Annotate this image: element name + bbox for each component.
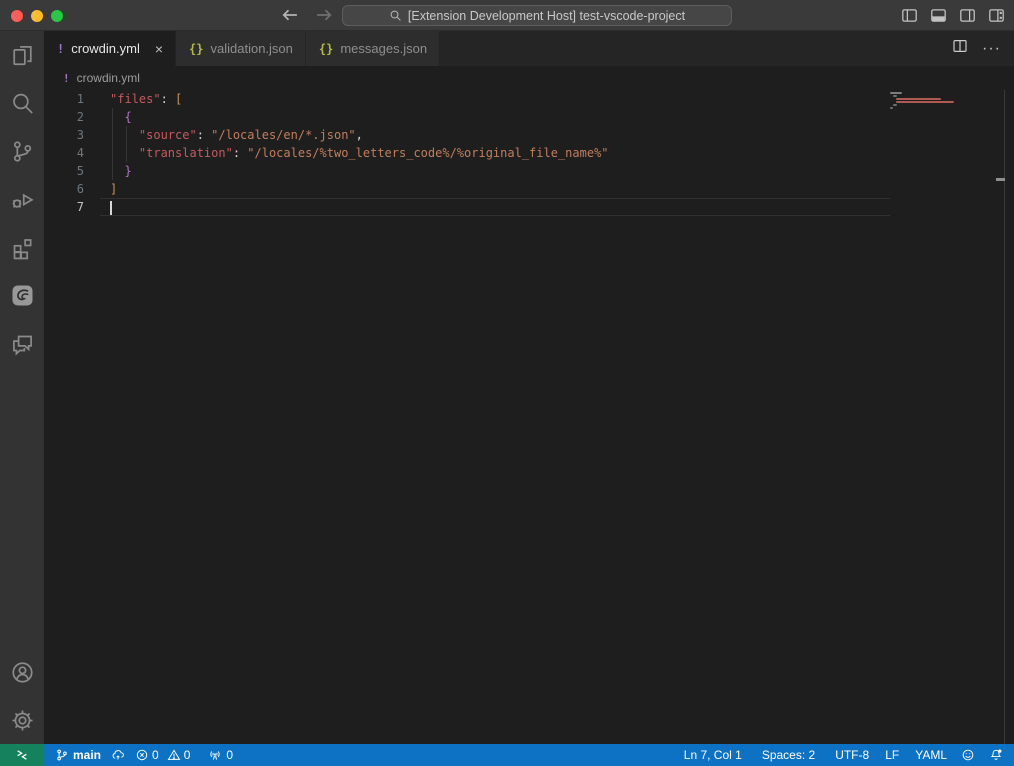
status-bar: main 0 0 0 Ln 7, Col 1 Spaces: 2 <box>0 744 1014 766</box>
zoom-window-button[interactable] <box>51 10 63 22</box>
extensions-icon[interactable] <box>0 223 44 271</box>
remote-indicator[interactable] <box>0 744 44 766</box>
code-line[interactable]: 2 { <box>44 108 1014 126</box>
more-actions-icon[interactable]: ··· <box>982 40 1001 58</box>
minimize-window-button[interactable] <box>31 10 43 22</box>
line-number: 3 <box>44 126 100 144</box>
git-branch-icon <box>55 748 69 762</box>
notifications-item[interactable] <box>984 744 1008 766</box>
minimap[interactable] <box>890 92 1002 110</box>
toggle-secondary-sidebar-icon[interactable] <box>957 5 977 25</box>
breadcrumb[interactable]: ! crowdin.yml <box>44 66 1014 90</box>
search-icon <box>389 9 402 22</box>
code-line[interactable]: 4 "translation": "/locales/%two_letters_… <box>44 144 1014 162</box>
line-number: 5 <box>44 162 100 180</box>
code-lines: 1"files": [2 {3 "source": "/locales/en/*… <box>44 90 1014 216</box>
indentation-item[interactable]: Spaces: 2 <box>757 744 820 766</box>
settings-gear-icon[interactable] <box>0 696 44 744</box>
crowdin-icon[interactable] <box>0 271 44 319</box>
code-line[interactable]: 7 <box>44 198 1014 216</box>
overview-ruler[interactable] <box>1004 90 1005 744</box>
run-and-debug-icon[interactable] <box>0 175 44 223</box>
command-center[interactable]: [Extension Development Host] test-vscode… <box>342 5 732 26</box>
vscode-window: [Extension Development Host] test-vscode… <box>0 0 1014 766</box>
tab-label: validation.json <box>211 41 293 56</box>
code-line[interactable]: 1"files": [ <box>44 90 1014 108</box>
smiley-icon <box>961 748 975 762</box>
code-line[interactable]: 5 } <box>44 162 1014 180</box>
branch-name: main <box>73 748 101 762</box>
tab-validation-json[interactable]: {} validation.json <box>176 31 306 66</box>
explorer-icon[interactable] <box>0 31 44 79</box>
close-tab-icon[interactable]: × <box>155 42 163 56</box>
text-cursor <box>110 201 112 215</box>
toggle-sidebar-icon[interactable] <box>899 5 919 25</box>
tab-bar: ! crowdin.yml × {} validation.json {} me… <box>44 31 1014 66</box>
error-count: 0 <box>152 748 159 762</box>
encoding-item[interactable]: UTF-8 <box>830 744 874 766</box>
line-number: 1 <box>44 90 100 108</box>
navigate-forward-icon[interactable] <box>314 4 334 31</box>
comments-icon[interactable] <box>0 319 44 367</box>
radio-tower-icon <box>208 748 222 762</box>
language-mode-item[interactable]: YAML <box>910 744 952 766</box>
search-sidebar-icon[interactable] <box>0 79 44 127</box>
feedback-item[interactable] <box>956 744 980 766</box>
split-editor-icon[interactable] <box>952 38 968 59</box>
tab-label: crowdin.yml <box>71 41 140 56</box>
code-line[interactable]: 6] <box>44 180 1014 198</box>
code-line[interactable]: 3 "source": "/locales/en/*.json", <box>44 126 1014 144</box>
problems-item[interactable]: 0 0 <box>130 744 195 766</box>
breadcrumb-file-name: crowdin.yml <box>77 71 140 85</box>
navigate-back-icon[interactable] <box>280 4 300 31</box>
warning-count: 0 <box>184 748 191 762</box>
traffic-lights <box>11 10 63 22</box>
json-file-icon: {} <box>189 42 203 56</box>
json-file-icon: {} <box>319 42 333 56</box>
title-bar: [Extension Development Host] test-vscode… <box>0 0 1014 31</box>
cursor-position-item[interactable]: Ln 7, Col 1 <box>679 744 747 766</box>
yaml-file-icon: ! <box>63 72 70 85</box>
command-center-title: [Extension Development Host] test-vscode… <box>408 9 685 23</box>
line-number: 7 <box>44 198 100 216</box>
tab-label: messages.json <box>340 41 427 56</box>
customize-layout-icon[interactable] <box>986 5 1006 25</box>
yaml-file-icon: ! <box>57 42 64 56</box>
overview-ruler-cursor-mark <box>996 178 1005 181</box>
remote-icon <box>15 748 29 762</box>
warning-icon <box>167 748 181 762</box>
toggle-panel-icon[interactable] <box>928 5 948 25</box>
accounts-icon[interactable] <box>0 648 44 696</box>
close-window-button[interactable] <box>11 10 23 22</box>
git-branch-item[interactable]: main <box>50 744 106 766</box>
error-icon <box>135 748 149 762</box>
bell-dot-icon <box>989 748 1003 762</box>
activity-bar <box>0 31 44 744</box>
eol-item[interactable]: LF <box>880 744 904 766</box>
tab-crowdin-yml[interactable]: ! crowdin.yml × <box>44 31 176 66</box>
line-number: 4 <box>44 144 100 162</box>
source-control-icon[interactable] <box>0 127 44 175</box>
cloud-upload-icon <box>111 748 125 762</box>
broadcast-count: 0 <box>226 748 233 762</box>
publish-changes-item[interactable] <box>106 744 130 766</box>
line-number: 6 <box>44 180 100 198</box>
broadcast-item[interactable]: 0 <box>203 744 238 766</box>
editor[interactable]: 1"files": [2 {3 "source": "/locales/en/*… <box>44 90 1014 744</box>
tab-messages-json[interactable]: {} messages.json <box>306 31 440 66</box>
line-number: 2 <box>44 108 100 126</box>
